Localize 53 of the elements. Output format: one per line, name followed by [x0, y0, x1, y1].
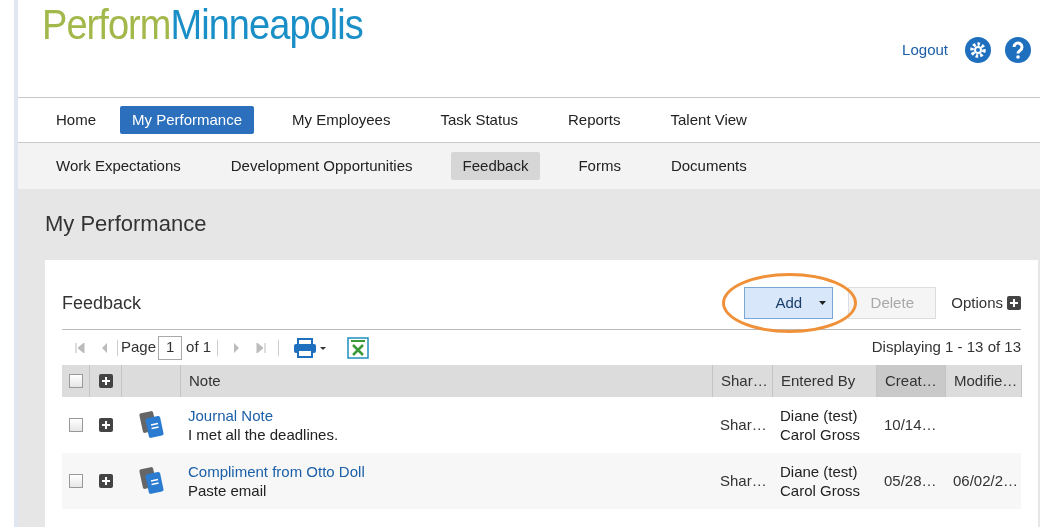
options-label[interactable]: Options — [951, 291, 1003, 315]
nav-tab[interactable]: Reports — [556, 106, 633, 134]
nav-tab[interactable]: Task Status — [428, 106, 530, 134]
page-count: of 1 — [186, 337, 212, 358]
table-cell-text: 10/14… — [884, 414, 937, 435]
checkbox[interactable] — [69, 418, 83, 432]
print-icon[interactable] — [293, 337, 328, 358]
column-header[interactable]: Creat… — [877, 365, 946, 397]
next-page-icon[interactable] — [233, 341, 241, 354]
note-title-link[interactable]: Journal Note — [188, 406, 706, 425]
settings-icon[interactable] — [964, 36, 992, 64]
previous-page-icon[interactable] — [101, 341, 108, 354]
nav-tab[interactable]: Talent View — [658, 106, 759, 134]
notes-icon — [138, 467, 165, 495]
logout-link[interactable]: Logout — [902, 38, 948, 62]
checkbox[interactable] — [69, 474, 83, 488]
plus-icon[interactable] — [1007, 296, 1021, 310]
logo: PerformMinneapolis — [42, 4, 363, 46]
subnav-tab[interactable]: Feedback — [450, 152, 541, 180]
subnav-tab[interactable]: Development Opportunities — [218, 152, 425, 180]
table-cell-text: 06/02/2… — [953, 470, 1019, 491]
table-cell-text: 05/28… — [884, 470, 937, 491]
nav-tab[interactable]: My Performance — [120, 106, 255, 134]
checkbox[interactable] — [68, 374, 83, 388]
table-cell-text: Carol Gross — [780, 425, 862, 444]
help-icon[interactable] — [1004, 36, 1032, 64]
first-page-icon[interactable] — [75, 341, 85, 354]
note-text: Paste email — [188, 481, 268, 500]
expand-row-icon[interactable] — [99, 418, 113, 432]
subnav-tab[interactable]: Forms — [566, 152, 633, 180]
last-page-icon[interactable] — [256, 341, 267, 354]
subnav-tab[interactable]: Documents — [658, 152, 759, 180]
page-number-field[interactable]: 1 — [158, 335, 183, 360]
nav-tab[interactable]: My Employees — [280, 106, 403, 134]
table-cell-text: Shar… — [720, 470, 767, 491]
expand-row-icon[interactable] — [99, 474, 113, 488]
table-cell-text: Shar… — [720, 414, 767, 435]
page-label: Page — [121, 337, 157, 358]
table-cell-text: Diane (test) — [780, 462, 859, 481]
displaying-count: Displaying 1 - 13 of 13 — [871, 337, 1021, 358]
note-text: I met all the deadlines. — [188, 425, 340, 444]
nav-tab[interactable]: Home — [44, 106, 108, 134]
excel-export-icon[interactable] — [347, 336, 370, 359]
panel-title: Feedback — [62, 291, 143, 315]
notes-icon — [138, 411, 165, 439]
page-title: My Performance — [45, 210, 208, 238]
dropdown-caret-icon — [819, 301, 827, 305]
add-button[interactable]: Add — [744, 287, 834, 319]
subnav-tab[interactable]: Work Expectations — [44, 152, 193, 180]
expand-all-icon[interactable] — [98, 374, 113, 388]
table-cell-text: Carol Gross — [780, 481, 862, 500]
table-cell-text: Diane (test) — [780, 406, 859, 425]
note-title-link[interactable]: Compliment from Otto Doll — [188, 462, 706, 481]
